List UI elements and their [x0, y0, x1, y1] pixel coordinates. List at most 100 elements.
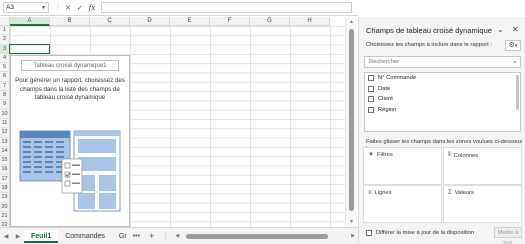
- row-header[interactable]: 11: [0, 118, 10, 129]
- horizontal-scroll-thumb[interactable]: [186, 233, 329, 239]
- row-header[interactable]: 10: [0, 109, 10, 119]
- pivot-table-description: Pour générer un rapport, choisissez des …: [15, 77, 125, 101]
- row-header[interactable]: 21: [0, 211, 10, 222]
- row-header[interactable]: 13: [0, 137, 10, 147]
- column-header-b[interactable]: B: [50, 17, 90, 26]
- columns-zone-label: Colonnes: [453, 152, 479, 159]
- more-options-icon[interactable]: ⋮: [53, 4, 63, 11]
- field-label: Client: [378, 96, 393, 103]
- tab-scroll-right-icon[interactable]: ▶: [12, 233, 24, 240]
- formula-bar: A3 ▼ ⋮ ✕ ✓ fx: [0, 0, 358, 16]
- column-header-g[interactable]: G: [250, 17, 290, 26]
- name-box[interactable]: A3 ▼: [3, 2, 49, 13]
- sheet-tab-feuil1[interactable]: Feuil1: [24, 229, 59, 243]
- active-cell[interactable]: [9, 43, 50, 54]
- row-header[interactable]: 6: [0, 72, 10, 82]
- tab-scroll-left-icon[interactable]: ◀: [0, 233, 12, 240]
- row-header[interactable]: 19: [0, 193, 10, 203]
- insert-function-icon[interactable]: fx: [89, 4, 96, 12]
- sigma-icon: Σ: [448, 190, 452, 196]
- rows-icon: ≡: [368, 190, 372, 196]
- confirm-icon[interactable]: ✓: [77, 4, 83, 12]
- row-headers: 1 2 3 4 5 6 7 8 9 10 11 12 13 14 15 16 1…: [0, 26, 10, 227]
- sheet-tab-bar: ◀ ▶ Feuil1 Commandes Gr ••• + ⋮ ◀ ▶: [0, 227, 358, 244]
- add-sheet-button[interactable]: +: [144, 231, 159, 241]
- name-box-value: A3: [6, 3, 14, 11]
- field-search-input[interactable]: Rechercher ⌕: [364, 56, 521, 68]
- close-icon[interactable]: ✕: [512, 25, 519, 34]
- filter-icon: ▼: [368, 152, 374, 158]
- horizontal-scrollbar[interactable]: [184, 233, 346, 239]
- spreadsheet-grid[interactable]: A B C D E F G H 1 2 3 4 5 6 7 8 9 10 11 …: [0, 17, 345, 227]
- field-checkbox[interactable]: [368, 75, 374, 82]
- column-headers: A B C D E F G H: [10, 17, 330, 26]
- column-header-d[interactable]: D: [130, 17, 170, 26]
- row-header[interactable]: 8: [0, 91, 10, 101]
- columns-zone[interactable]: ⦀ Colonnes: [443, 147, 522, 185]
- column-header-c[interactable]: C: [90, 17, 130, 26]
- sheet-tab-gr[interactable]: Gr: [112, 230, 129, 243]
- field-item[interactable]: Région: [365, 105, 520, 116]
- field-checkbox[interactable]: [368, 106, 374, 113]
- select-all-corner[interactable]: [0, 17, 10, 26]
- vertical-scroll-thumb[interactable]: [349, 29, 354, 211]
- sheet-tab-commandes[interactable]: Commandes: [58, 230, 112, 243]
- row-header[interactable]: 18: [0, 184, 10, 194]
- pivot-table-title: Tableau croisé dynamique1: [21, 60, 119, 71]
- scroll-up-icon[interactable]: ▲: [349, 19, 354, 25]
- field-item[interactable]: N° Commande: [365, 73, 520, 84]
- row-header[interactable]: 12: [0, 128, 10, 138]
- field-list: N° Commande Date Client Région: [364, 72, 521, 132]
- defer-update-row[interactable]: Différer la mise à jour de la dispositio…: [366, 230, 474, 236]
- column-header-h[interactable]: H: [290, 17, 330, 26]
- pivot-table-illustration: [19, 130, 121, 212]
- field-checkbox[interactable]: [368, 85, 374, 92]
- vertical-scrollbar[interactable]: ▲ ▼: [345, 17, 357, 227]
- chevron-down-icon[interactable]: ⌄: [497, 25, 504, 34]
- pane-title: Champs de tableau croisé dynamique: [366, 26, 492, 35]
- field-item[interactable]: Date: [365, 84, 520, 95]
- field-item[interactable]: Client: [365, 94, 520, 105]
- row-header[interactable]: 17: [0, 174, 10, 185]
- row-header[interactable]: 5: [0, 63, 10, 73]
- row-header[interactable]: 20: [0, 202, 10, 212]
- rows-zone-label: Lignes: [374, 190, 392, 196]
- field-label: N° Commande: [378, 75, 417, 82]
- search-icon: ⌕: [513, 59, 517, 66]
- field-label: Date: [378, 85, 391, 92]
- scroll-down-icon[interactable]: ▼: [349, 219, 354, 225]
- row-header[interactable]: 9: [0, 100, 10, 110]
- cancel-icon[interactable]: ✕: [65, 4, 71, 12]
- row-header[interactable]: 16: [0, 165, 10, 175]
- filters-zone-label: Filtres: [376, 152, 393, 158]
- rows-zone[interactable]: ≡ Lignes: [363, 185, 442, 223]
- field-search-placeholder: Rechercher: [369, 59, 399, 65]
- field-list-scroll-thumb[interactable]: [516, 75, 519, 110]
- chevron-down-icon[interactable]: ▼: [41, 3, 48, 13]
- tab-options-icon[interactable]: ⋮: [159, 232, 172, 240]
- filters-zone[interactable]: ▼ Filtres: [363, 147, 442, 185]
- row-header[interactable]: 7: [0, 81, 10, 92]
- defer-update-label: Différer la mise à jour de la dispositio…: [376, 230, 475, 236]
- choose-fields-label: Choisissez les champs à inclure dans le …: [366, 42, 492, 48]
- hscroll-right-icon[interactable]: ▶: [348, 233, 358, 239]
- values-zone-label: Valeurs: [454, 190, 474, 196]
- row-header[interactable]: 15: [0, 156, 10, 166]
- column-header-e[interactable]: E: [170, 17, 210, 26]
- row-header[interactable]: 4: [0, 53, 10, 64]
- formula-input[interactable]: [101, 2, 352, 13]
- column-header-f[interactable]: F: [210, 17, 250, 26]
- defer-update-checkbox[interactable]: [366, 230, 372, 236]
- field-checkbox[interactable]: [368, 96, 374, 103]
- row-header[interactable]: 14: [0, 146, 10, 157]
- field-label: Région: [378, 106, 397, 113]
- update-button[interactable]: Mettre à jour: [494, 227, 522, 244]
- pivot-fields-pane: Champs de tableau croisé dynamique ⌄ ✕ C…: [358, 17, 525, 244]
- row-header[interactable]: 1: [0, 26, 10, 36]
- columns-icon: ⦀: [448, 152, 451, 158]
- column-header-a[interactable]: A: [10, 17, 50, 26]
- gear-icon[interactable]: ⚙▾: [505, 40, 521, 51]
- more-sheets-button[interactable]: •••: [129, 233, 144, 240]
- values-zone[interactable]: Σ Valeurs: [443, 185, 522, 223]
- hscroll-left-icon[interactable]: ◀: [172, 233, 182, 239]
